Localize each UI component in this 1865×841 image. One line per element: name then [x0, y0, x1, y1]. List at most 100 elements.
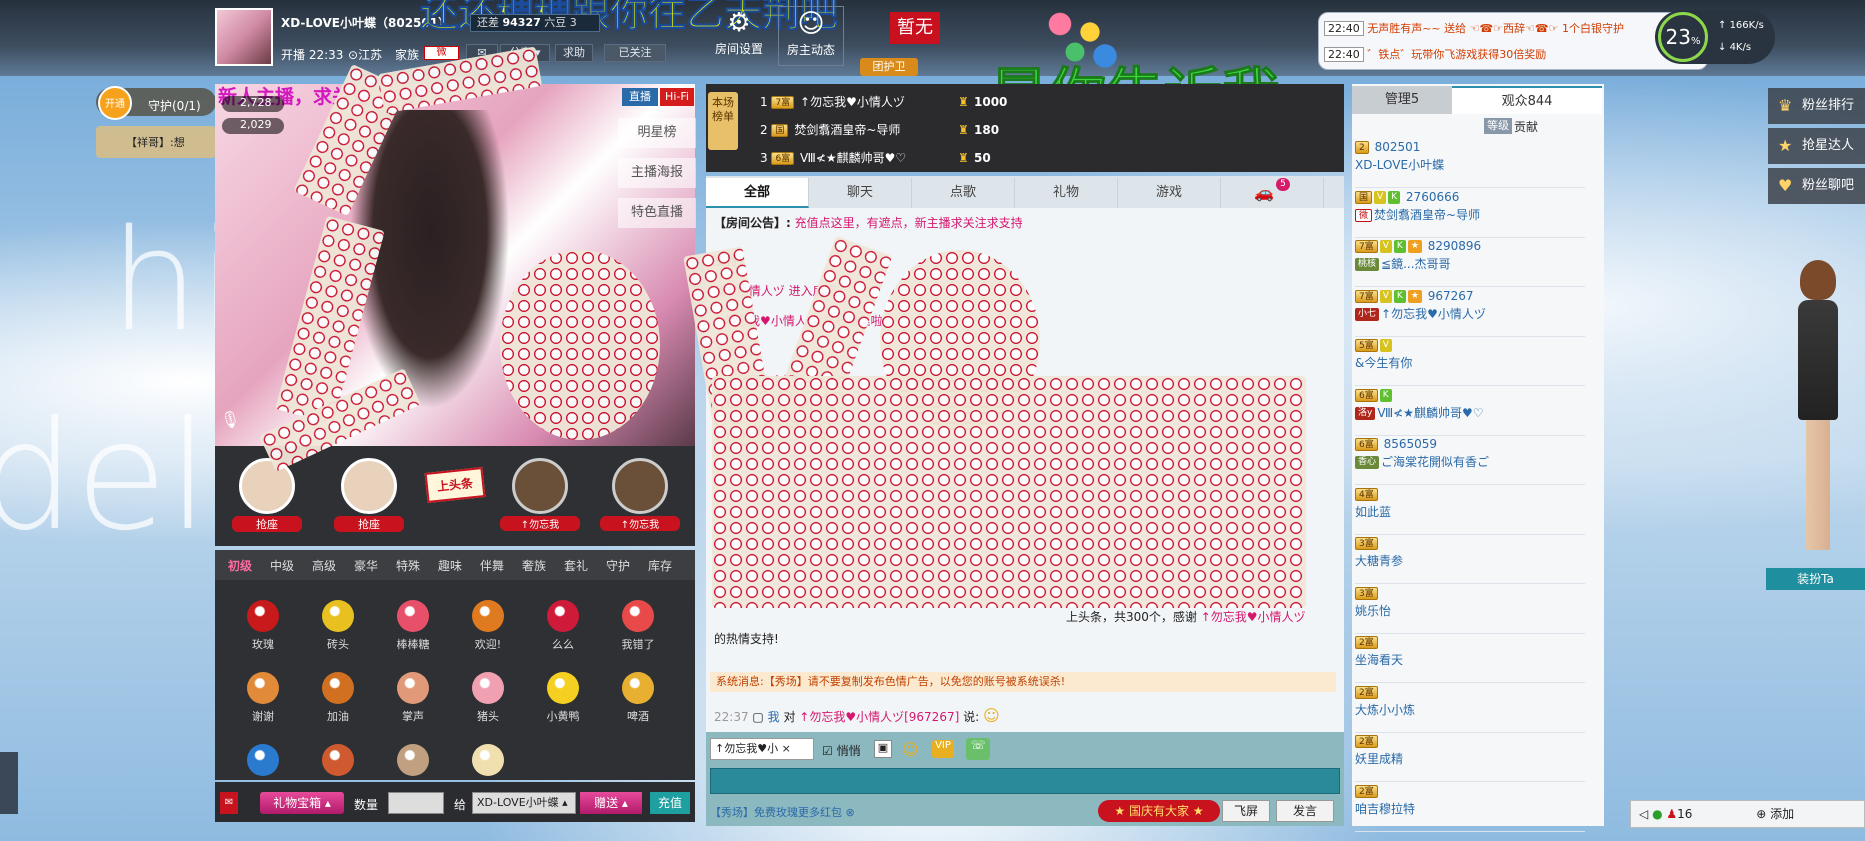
- gift-tab[interactable]: 中级: [262, 556, 302, 576]
- gift-item[interactable]: 谢谢: [228, 666, 298, 730]
- gift-tab[interactable]: 守护: [598, 556, 638, 576]
- gift-tab[interactable]: 特殊: [388, 556, 428, 576]
- chat-tab[interactable]: 礼物: [1015, 178, 1118, 208]
- gift-item[interactable]: 我错了: [603, 594, 673, 658]
- seat-3[interactable]: ↑勿忘我: [500, 458, 580, 534]
- side-link-star-list[interactable]: 明星榜: [618, 118, 696, 148]
- chat-input[interactable]: [710, 768, 1340, 794]
- gift-tab[interactable]: 奢族: [514, 556, 554, 576]
- close-icon[interactable]: ×: [782, 742, 791, 755]
- follow-button[interactable]: 已关注: [604, 44, 666, 62]
- sort-contrib-button[interactable]: 贡献: [1514, 118, 1538, 135]
- help-button[interactable]: 求助: [555, 44, 593, 62]
- festival-badge[interactable]: ★ 国庆有大家 ★: [1098, 800, 1220, 822]
- seat-1[interactable]: 抢座: [232, 458, 302, 534]
- chat-tab[interactable]: 全部: [706, 178, 809, 208]
- sidebar-item-fan-ranking[interactable]: ♛ 粉丝排行: [1768, 88, 1865, 124]
- gift-tab[interactable]: 套礼: [556, 556, 596, 576]
- seat-4[interactable]: ↑勿忘我: [600, 458, 680, 534]
- sidebar-item-star-master[interactable]: ★ 抢星达人: [1768, 128, 1865, 164]
- emoji-icon[interactable]: ☺: [902, 740, 920, 759]
- gift-item[interactable]: 啤酒: [603, 666, 673, 730]
- send-gift-button[interactable]: 赠送 ▴: [580, 792, 642, 814]
- gift-item[interactable]: 掌声: [378, 666, 448, 730]
- edit-icon[interactable]: ▢: [752, 710, 763, 724]
- gift-tab[interactable]: 初级: [220, 556, 260, 576]
- private-checkbox[interactable]: ☑ 悄悄: [822, 742, 861, 759]
- tab-admins[interactable]: 管理5: [1352, 86, 1452, 114]
- microphone-icon[interactable]: 🎙: [220, 410, 240, 436]
- room-settings-button[interactable]: ⚙ 房间设置: [706, 6, 772, 66]
- headline-sign[interactable]: 上头条: [424, 467, 486, 503]
- chat-tab[interactable]: 聊天: [809, 178, 912, 208]
- tab-audience[interactable]: 观众844: [1452, 86, 1602, 114]
- user-row[interactable]: 7富 V K ★ 967267 小七 ↑勿忘我♥小情人ヅ: [1355, 289, 1585, 337]
- user-row[interactable]: 6富 K 洛y Ⅷ≮★麒麟帅哥♥♡: [1355, 388, 1585, 436]
- voice-icon[interactable]: ☏: [966, 738, 990, 760]
- fly-screen-button[interactable]: 飞屏: [1222, 800, 1270, 822]
- user-row[interactable]: 2 802501 XD-LOVE小叶蝶: [1355, 140, 1585, 188]
- red-packet-icon[interactable]: ✉: [220, 792, 238, 814]
- guard-user[interactable]: 【祥哥】:想: [96, 126, 216, 158]
- user-row[interactable]: 7富 V K ★ 8290896 桃核 ≦鏡...杰哥哥: [1355, 239, 1585, 287]
- gift-tab[interactable]: 趣味: [430, 556, 470, 576]
- user-row[interactable]: 国VK 2760666 微焚剑翥酒皇帝~导师: [1355, 190, 1585, 238]
- gift-item[interactable]: 砖头: [303, 594, 373, 658]
- ranking-row[interactable]: 1 7富 ↑勿忘我♥小情人ヅ ♜ 1000: [760, 90, 1340, 114]
- gift-tab[interactable]: 伴舞: [472, 556, 512, 576]
- left-edge-tab[interactable]: [0, 752, 18, 814]
- ranking-row[interactable]: 3 6富 Ⅷ≮★麒麟帅哥♥♡ ♜ 50: [760, 146, 1340, 170]
- avatar-figure[interactable]: [1780, 260, 1856, 570]
- sidebar-item-fan-chat[interactable]: ♥ 粉丝聊吧: [1768, 168, 1865, 204]
- user-row[interactable]: 2富 坐海看天: [1355, 635, 1585, 683]
- side-link-poster[interactable]: 主播海报: [618, 158, 696, 188]
- gift-item[interactable]: 欢迎!: [453, 594, 523, 658]
- start-time: 开播 22:33: [281, 48, 344, 62]
- user-row[interactable]: 6富 8565059 香心 ご海棠花開似有香ご: [1355, 437, 1585, 485]
- gift-item[interactable]: 棒棒糖: [378, 594, 448, 658]
- notification-2[interactable]: 22:40 ゛铁点゛玩带你飞游戏获得30倍奖励: [1324, 46, 1546, 62]
- guard-open-button[interactable]: 开通: [98, 86, 132, 120]
- send-message-button[interactable]: 发言: [1276, 800, 1334, 822]
- user-row[interactable]: 2富 妖里成精: [1355, 734, 1585, 782]
- sort-level-button[interactable]: 等级: [1484, 118, 1512, 134]
- group-guard-button[interactable]: 团护卫: [860, 58, 918, 76]
- add-button[interactable]: ⊕ 添加: [1756, 807, 1794, 821]
- family-badge[interactable]: 微: [424, 46, 459, 60]
- user-row[interactable]: 2富 咱吉穆拉特: [1355, 784, 1585, 832]
- gift-item[interactable]: 玫瑰: [228, 594, 298, 658]
- chat-tab[interactable]: 点歌: [912, 178, 1015, 208]
- gift-item[interactable]: 加油: [303, 666, 373, 730]
- user-row[interactable]: 5富 V &今生有你: [1355, 338, 1585, 386]
- user-row[interactable]: 3富 大糖青参: [1355, 536, 1585, 584]
- dress-up-button[interactable]: 装扮Ta: [1766, 568, 1865, 590]
- gift-tab[interactable]: 豪华: [346, 556, 386, 576]
- image-icon[interactable]: ▣: [874, 740, 892, 758]
- gift-tab[interactable]: 库存: [640, 556, 680, 576]
- chat-target-select[interactable]: ↑勿忘我♥小 ×: [710, 738, 814, 760]
- quantity-input[interactable]: [388, 792, 444, 814]
- vip-emoji-icon[interactable]: VIP: [932, 740, 954, 758]
- side-link-featured[interactable]: 特色直播: [618, 198, 696, 228]
- ad-link[interactable]: 【秀场】免费玫瑰更多红包 ⊗: [710, 804, 855, 820]
- ranking-row[interactable]: 2 国 焚剑翥酒皇帝~导师 ♜ 180: [760, 118, 1340, 142]
- recharge-button[interactable]: 充值: [650, 792, 690, 814]
- gift-treasure-button[interactable]: 礼物宝箱 ▴: [260, 792, 344, 814]
- notification-1[interactable]: 22:40 无声胜有声~~ 送给 ☜☎☞西辞☜☎☞ 1个白银守护: [1324, 20, 1624, 36]
- user-row[interactable]: 2富 大炼小小炼: [1355, 685, 1585, 733]
- gift-item[interactable]: 猪头: [453, 666, 523, 730]
- online-status-icon[interactable]: ●: [1652, 807, 1662, 821]
- close-icon[interactable]: ⊗: [846, 806, 855, 819]
- gift-item[interactable]: 小黄鸭: [528, 666, 598, 730]
- chat-tab[interactable]: 游戏: [1118, 178, 1221, 208]
- recipient-select[interactable]: XD-LOVE小叶蝶 ▴: [472, 792, 576, 814]
- anchor-avatar[interactable]: [215, 8, 273, 66]
- user-row[interactable]: 4富 如此蓝: [1355, 487, 1585, 535]
- host-news-button[interactable]: ☺ 房主动态: [778, 6, 844, 66]
- speaker-icon[interactable]: ◁: [1639, 807, 1648, 821]
- chat-tab[interactable]: 🚗 5: [1221, 178, 1324, 208]
- seat-2[interactable]: 抢座: [334, 458, 404, 534]
- gift-item[interactable]: 么么: [528, 594, 598, 658]
- gift-tab[interactable]: 高级: [304, 556, 344, 576]
- user-row[interactable]: 3富 姚乐怡: [1355, 586, 1585, 634]
